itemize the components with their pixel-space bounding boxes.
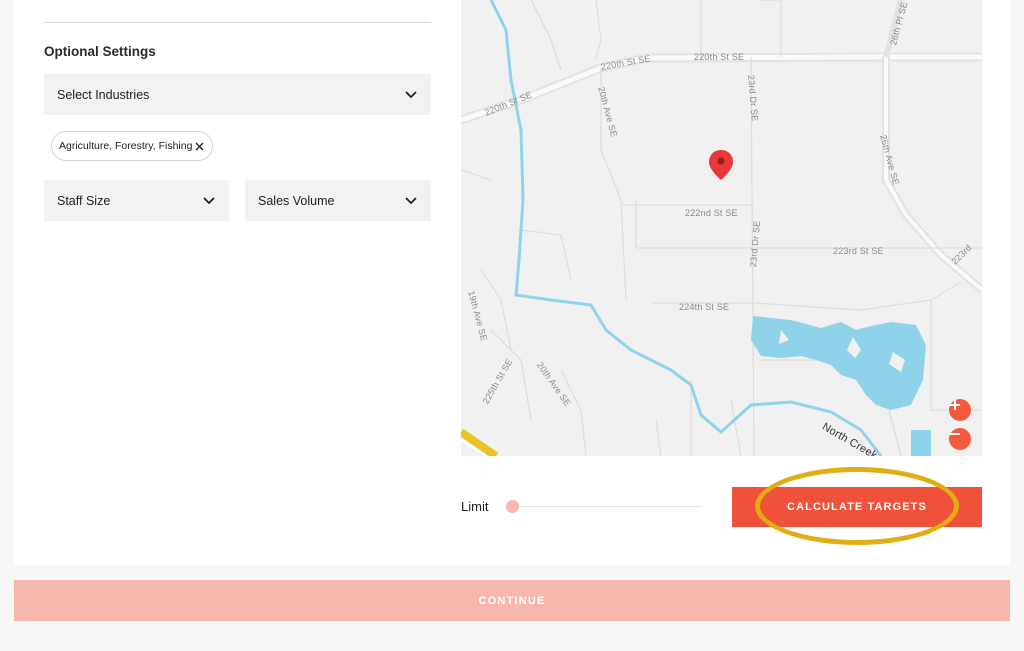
- industry-chip-label: Agriculture, Forestry, Fishing: [59, 140, 193, 152]
- zoom-in-button[interactable]: [949, 399, 971, 421]
- limit-label: Limit: [461, 499, 489, 514]
- minus-icon: [950, 433, 960, 435]
- chevron-down-icon: [404, 194, 418, 208]
- sales-volume-label: Sales Volume: [258, 193, 335, 208]
- staff-size-label: Staff Size: [57, 193, 111, 208]
- select-industries-label: Select Industries: [57, 87, 150, 102]
- map[interactable]: 220th St SE 220th St SE 220th St SE 26th…: [461, 0, 982, 456]
- select-industries-dropdown[interactable]: Select Industries: [44, 74, 431, 115]
- zoom-out-button[interactable]: [949, 428, 971, 450]
- divider: [44, 22, 431, 23]
- limit-slider-track[interactable]: [510, 506, 702, 507]
- sales-volume-dropdown[interactable]: Sales Volume: [245, 180, 431, 221]
- limit-slider-thumb[interactable]: [506, 500, 519, 513]
- street-label: 222nd St SE: [685, 208, 738, 218]
- street-label: 223rd St SE: [833, 246, 884, 256]
- street-label: 220th St SE: [694, 52, 745, 62]
- chevron-down-icon: [202, 194, 216, 208]
- continue-button[interactable]: CONTINUE: [14, 580, 1010, 621]
- street-label: 224th St SE: [679, 302, 730, 312]
- map-canvas: [461, 0, 982, 456]
- staff-size-dropdown[interactable]: Staff Size: [44, 180, 229, 221]
- calculate-targets-button[interactable]: CALCULATE TARGETS: [732, 487, 982, 527]
- location-marker-icon: [709, 150, 733, 180]
- industry-chip: Agriculture, Forestry, Fishing: [51, 131, 214, 161]
- plus-icon: [950, 400, 960, 410]
- chevron-down-icon: [404, 88, 418, 102]
- optional-settings-title: Optional Settings: [44, 44, 156, 59]
- close-icon[interactable]: [194, 141, 204, 151]
